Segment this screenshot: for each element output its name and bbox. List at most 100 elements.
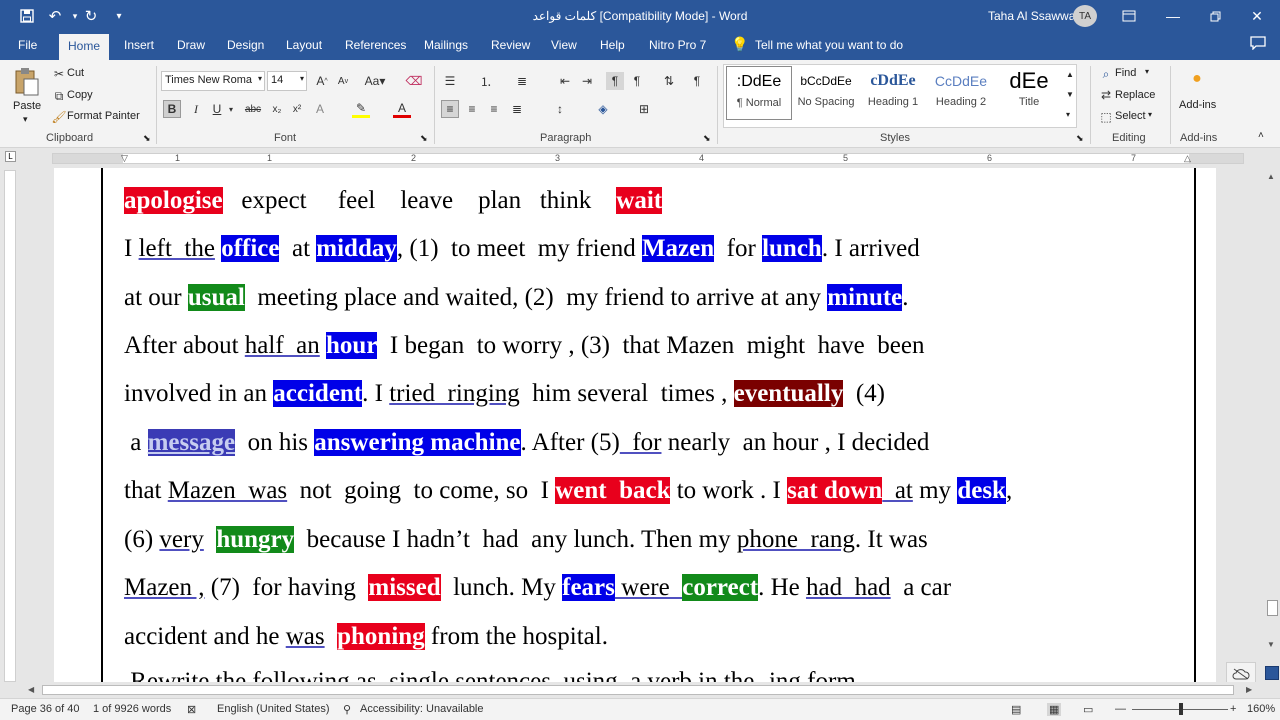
tab-mailings[interactable]: Mailings [424, 38, 468, 52]
numbering-icon[interactable]: ⒈ [477, 72, 495, 90]
document-page[interactable]: apologise expect feel leave plan think w… [54, 168, 1216, 682]
tab-file[interactable]: File [18, 38, 37, 52]
format-painter-button[interactable]: Format Painter [67, 110, 140, 122]
vertical-ruler[interactable] [4, 170, 16, 682]
style-heading-2[interactable]: CcDdEe Heading 2 [928, 66, 994, 120]
scroll-thumb[interactable] [42, 685, 1234, 695]
minimize-icon[interactable]: — [1158, 4, 1188, 28]
comments-icon[interactable] [1250, 36, 1266, 50]
document-area[interactable]: apologise expect feel leave plan think w… [20, 168, 1264, 682]
cut-icon[interactable]: ✂ [50, 65, 68, 83]
print-layout-icon[interactable]: ▦ [1047, 703, 1062, 716]
align-left-icon[interactable]: ≡ [441, 100, 459, 118]
tab-insert[interactable]: Insert [124, 38, 154, 52]
style-normal[interactable]: :DdEe ¶ Normal [726, 66, 792, 120]
shading-icon[interactable]: ◈ [594, 100, 612, 118]
next-page-icon[interactable] [1265, 666, 1279, 680]
accessibility-status[interactable]: Accessibility: Unavailable [360, 703, 484, 715]
find-icon[interactable]: ⌕ [1097, 65, 1115, 83]
format-painter-icon[interactable]: 🖌 [50, 108, 68, 126]
zoom-slider-thumb[interactable] [1179, 703, 1183, 715]
accessibility-icon[interactable]: ⚲ [343, 703, 351, 716]
paste-dropdown-icon[interactable]: ▾ [23, 114, 28, 125]
add-ins-button[interactable]: Add-ins [1179, 99, 1216, 111]
select-icon[interactable]: ⬚ [1097, 108, 1115, 126]
subscript-icon[interactable]: x₂ [268, 100, 286, 118]
styles-more-icon[interactable]: ▾ [1066, 110, 1070, 119]
font-launcher-icon[interactable]: ⬊ [420, 133, 428, 144]
tab-nitro-pro[interactable]: Nitro Pro 7 [649, 38, 706, 52]
align-center-icon[interactable]: ≡ [463, 100, 481, 118]
tab-review[interactable]: Review [491, 38, 530, 52]
proofing-icon[interactable]: ⊠ [187, 703, 196, 716]
cut-button[interactable]: Cut [67, 67, 84, 79]
scroll-right-icon[interactable]: ▶ [1246, 685, 1252, 694]
restore-icon[interactable] [1200, 4, 1230, 28]
multilevel-list-icon[interactable]: ≣ [513, 72, 531, 90]
user-name[interactable]: Taha Al Ssawwa [988, 9, 1075, 23]
styles-scroll-up-icon[interactable]: ▲ [1066, 70, 1074, 79]
zoom-level[interactable]: 160% [1247, 703, 1275, 715]
zoom-out-icon[interactable]: — [1115, 703, 1126, 715]
bullets-icon[interactable]: ☰ [441, 72, 459, 90]
horizontal-ruler[interactable]: ▽ △ 1 1 2 3 4 5 6 7 [52, 153, 1244, 164]
justify-icon[interactable]: ≣ [508, 100, 526, 118]
rtl-text-icon[interactable]: ¶ [628, 72, 646, 90]
tab-selector-icon[interactable]: L [5, 151, 16, 162]
tab-draw[interactable]: Draw [177, 38, 205, 52]
avatar[interactable]: TA [1073, 5, 1097, 27]
paste-icon[interactable] [12, 66, 42, 98]
scroll-up-icon[interactable]: ▲ [1267, 172, 1275, 181]
page-count[interactable]: Page 36 of 40 [11, 703, 80, 715]
font-color-icon[interactable]: A [393, 100, 411, 118]
shrink-font-icon[interactable]: Av [334, 72, 352, 90]
copy-icon[interactable]: ⧉ [50, 87, 68, 105]
tab-help[interactable]: Help [600, 38, 625, 52]
ribbon-display-options-icon[interactable] [1114, 4, 1144, 28]
ltr-text-icon[interactable]: ¶ [606, 72, 624, 90]
style-title[interactable]: dEe Title [996, 66, 1062, 120]
clipboard-launcher-icon[interactable]: ⬊ [143, 133, 151, 144]
collapse-ribbon-icon[interactable]: ˄ [1258, 130, 1264, 141]
chevron-down-icon[interactable]: ▾ [1148, 110, 1152, 119]
borders-icon[interactable]: ⊞ [635, 100, 653, 118]
read-mode-icon[interactable]: ▤ [1011, 703, 1021, 716]
language[interactable]: English (United States) [217, 703, 330, 715]
scroll-down-icon[interactable]: ▼ [1267, 640, 1275, 649]
web-layout-icon[interactable]: ▭ [1083, 703, 1093, 716]
vertical-scrollbar[interactable]: ▲ ▼ [1264, 168, 1280, 682]
copy-button[interactable]: Copy [67, 89, 93, 101]
font-size-combo[interactable]: 14 ▾ [267, 71, 307, 91]
superscript-icon[interactable]: x² [288, 100, 306, 118]
increase-indent-icon[interactable]: ⇥ [578, 72, 596, 90]
grow-font-icon[interactable]: A ^ [313, 72, 331, 90]
zoom-in-icon[interactable]: + [1230, 703, 1236, 715]
paste-button[interactable]: Paste [13, 100, 41, 112]
word-count[interactable]: 1 of 9926 words [93, 703, 171, 715]
clear-formatting-icon[interactable]: ⌫ [405, 72, 423, 90]
style-no-spacing[interactable]: bCcDdEe No Spacing [792, 66, 860, 120]
tab-design[interactable]: Design [227, 38, 264, 52]
replace-icon[interactable]: ⇄ [1097, 86, 1115, 104]
change-case-icon[interactable]: Aa▾ [362, 72, 388, 90]
tab-view[interactable]: View [551, 38, 577, 52]
styles-launcher-icon[interactable]: ⬊ [1076, 133, 1084, 144]
style-heading-1[interactable]: cDdEe Heading 1 [860, 66, 926, 120]
bold-icon[interactable]: B [163, 100, 181, 118]
align-right-icon[interactable]: ≡ [485, 100, 503, 118]
highlight-color-icon[interactable]: ✎ [352, 100, 370, 118]
font-name-combo[interactable]: Times New Roma ▾ [161, 71, 265, 91]
tab-references[interactable]: References [345, 38, 406, 52]
show-formatting-icon[interactable]: ¶ [688, 72, 706, 90]
select-button[interactable]: Select [1115, 110, 1146, 122]
ruler-marker[interactable]: ▽ [121, 153, 128, 164]
add-ins-icon[interactable]: ● [1188, 70, 1206, 88]
close-icon[interactable]: ✕ [1242, 4, 1272, 28]
italic-icon[interactable]: I [187, 100, 205, 118]
tell-me-search[interactable]: Tell me what you want to do [755, 38, 903, 52]
sort-icon[interactable]: ⇅ [660, 72, 678, 90]
strikethrough-icon[interactable]: abc [244, 100, 262, 118]
chevron-down-icon[interactable]: ▾ [1145, 67, 1149, 76]
horizontal-scrollbar[interactable]: ◀ ▶ [20, 682, 1264, 698]
styles-scroll-down-icon[interactable]: ▼ [1066, 90, 1074, 99]
